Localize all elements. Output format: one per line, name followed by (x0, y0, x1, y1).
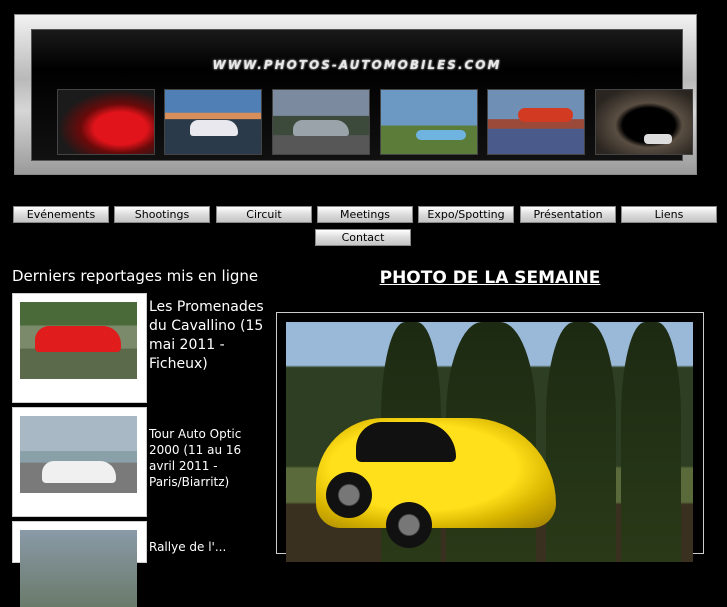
nav-meetings-button[interactable]: Meetings (317, 206, 413, 223)
report-card[interactable] (12, 521, 147, 607)
nav-evenements-button[interactable]: Evénements (13, 206, 109, 223)
tree-shape (621, 322, 681, 562)
nav-liens-button[interactable]: Liens (621, 206, 717, 223)
nav-contact-button[interactable]: Contact (315, 229, 411, 246)
banner-thumbnail-5[interactable] (487, 89, 585, 155)
photo-of-week-image[interactable] (286, 322, 693, 562)
report-thumbnail[interactable] (20, 416, 137, 493)
banner-thumbnail-6[interactable] (595, 89, 693, 155)
nav-expo-spotting-button[interactable]: Expo/Spotting (418, 206, 514, 223)
banner-thumbnail-1[interactable] (57, 89, 155, 155)
photo-of-week-heading: PHOTO DE LA SEMAINE (379, 268, 601, 288)
site-logo[interactable]: WWW.PHOTOS-AUTOMOBILES.COM (32, 58, 682, 72)
banner-thumbnail-3[interactable] (272, 89, 370, 155)
report-link[interactable]: Rallye de l'... (149, 538, 259, 557)
report-link[interactable]: Les Promenades du Cavallino (15 mai 2011… (149, 298, 267, 374)
nav-presentation-button[interactable]: Présentation (520, 206, 616, 223)
nav-circuit-button[interactable]: Circuit (216, 206, 312, 223)
report-thumbnail[interactable] (20, 530, 137, 607)
banner-panel: WWW.PHOTOS-AUTOMOBILES.COM (31, 29, 693, 161)
report-card[interactable] (12, 293, 147, 403)
nav-shootings-button[interactable]: Shootings (114, 206, 210, 223)
banner-thumbnail-2[interactable] (164, 89, 262, 155)
car-window-shape (356, 422, 456, 462)
photo-of-week-frame (276, 312, 704, 562)
car-wheel-shape (326, 472, 372, 518)
site-banner: WWW.PHOTOS-AUTOMOBILES.COM (14, 14, 697, 175)
car-wheel-shape (386, 502, 432, 548)
report-link[interactable]: Tour Auto Optic 2000 (11 au 16 avril 201… (149, 426, 259, 490)
latest-reports-heading: Derniers reportages mis en ligne (12, 267, 259, 285)
report-card[interactable] (12, 407, 147, 517)
banner-thumbnail-4[interactable] (380, 89, 478, 155)
tree-shape (546, 322, 616, 562)
report-thumbnail[interactable] (20, 302, 137, 379)
